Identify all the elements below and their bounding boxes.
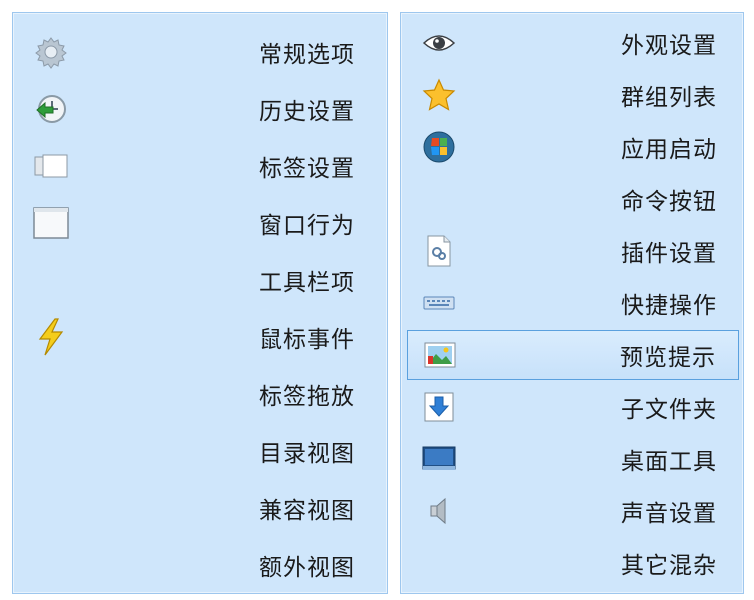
menu-item-app-launch[interactable]: 应用启动 — [401, 123, 743, 171]
menu-item-subfolder[interactable]: 子文件夹 — [401, 383, 743, 431]
menu-item-toolbar-items[interactable]: 工具栏项 — [13, 255, 387, 305]
menu-item-label: 插件设置 — [621, 241, 717, 267]
menu-item-group-list[interactable]: 群组列表 — [401, 71, 743, 119]
menu-item-shortcut-operations[interactable]: 快捷操作 — [401, 279, 743, 327]
menu-item-label: 标签设置 — [259, 156, 355, 182]
left-settings-menu: 常规选项 历史设置 标签设置 窗口行为 工具栏项 鼠标事件 标签拖放 目录视图 … — [12, 12, 388, 594]
menu-item-label: 标签拖放 — [259, 384, 355, 410]
history-icon — [33, 91, 69, 127]
window-icon — [33, 205, 69, 241]
right-settings-menu: 外观设置 群组列表 应用启动 命令按钮 插件设置 快捷操作 预览提示 子文件夹 … — [400, 12, 744, 594]
menu-item-label: 预览提示 — [620, 345, 716, 371]
subfolder-download-icon — [421, 389, 457, 425]
menu-item-label: 窗口行为 — [259, 213, 355, 239]
app-launch-icon — [421, 129, 457, 165]
menu-item-tab-settings[interactable]: 标签设置 — [13, 141, 387, 191]
plugin-icon — [421, 233, 457, 269]
menu-item-label: 应用启动 — [621, 137, 717, 163]
menu-item-history-settings[interactable]: 历史设置 — [13, 84, 387, 134]
preview-image-icon — [422, 337, 458, 373]
menu-item-label: 目录视图 — [259, 441, 355, 467]
menu-item-label: 额外视图 — [259, 555, 355, 581]
gear-icon — [33, 34, 69, 70]
menu-item-preview-tips[interactable]: 预览提示 — [407, 330, 739, 380]
desktop-icon — [421, 441, 457, 477]
menu-item-label: 工具栏项 — [259, 270, 355, 296]
menu-item-extra-view[interactable]: 额外视图 — [13, 540, 387, 590]
menu-item-label: 桌面工具 — [621, 449, 717, 475]
menu-item-mouse-events[interactable]: 鼠标事件 — [13, 312, 387, 362]
menu-item-label: 历史设置 — [259, 99, 355, 125]
menu-item-desktop-tools[interactable]: 桌面工具 — [401, 435, 743, 483]
menu-item-label: 外观设置 — [621, 33, 717, 59]
keyboard-icon — [421, 285, 457, 321]
speaker-icon — [421, 493, 457, 529]
menu-item-label: 群组列表 — [621, 85, 717, 111]
menu-item-plugin-settings[interactable]: 插件设置 — [401, 227, 743, 275]
menu-item-command-buttons[interactable]: 命令按钮 — [401, 175, 743, 223]
menu-item-label: 兼容视图 — [259, 498, 355, 524]
menu-item-tab-drag-drop[interactable]: 标签拖放 — [13, 369, 387, 419]
menu-item-sound-settings[interactable]: 声音设置 — [401, 487, 743, 535]
menu-item-window-behavior[interactable]: 窗口行为 — [13, 198, 387, 248]
menu-item-label: 子文件夹 — [621, 397, 717, 423]
tab-icon — [33, 148, 69, 184]
menu-item-label: 声音设置 — [621, 501, 717, 527]
menu-item-directory-view[interactable]: 目录视图 — [13, 426, 387, 476]
menu-item-miscellaneous[interactable]: 其它混杂 — [401, 539, 743, 587]
menu-item-label: 鼠标事件 — [259, 327, 355, 353]
lightning-icon — [33, 318, 69, 356]
menu-item-label: 其它混杂 — [621, 553, 717, 579]
menu-item-general-options[interactable]: 常规选项 — [13, 27, 387, 77]
menu-item-label: 快捷操作 — [621, 293, 717, 319]
menu-item-label: 常规选项 — [259, 42, 355, 68]
menu-item-label: 命令按钮 — [621, 189, 717, 215]
menu-item-appearance-settings[interactable]: 外观设置 — [401, 19, 743, 67]
star-icon — [421, 77, 457, 113]
eye-icon — [421, 25, 457, 61]
menu-item-compatible-view[interactable]: 兼容视图 — [13, 483, 387, 533]
